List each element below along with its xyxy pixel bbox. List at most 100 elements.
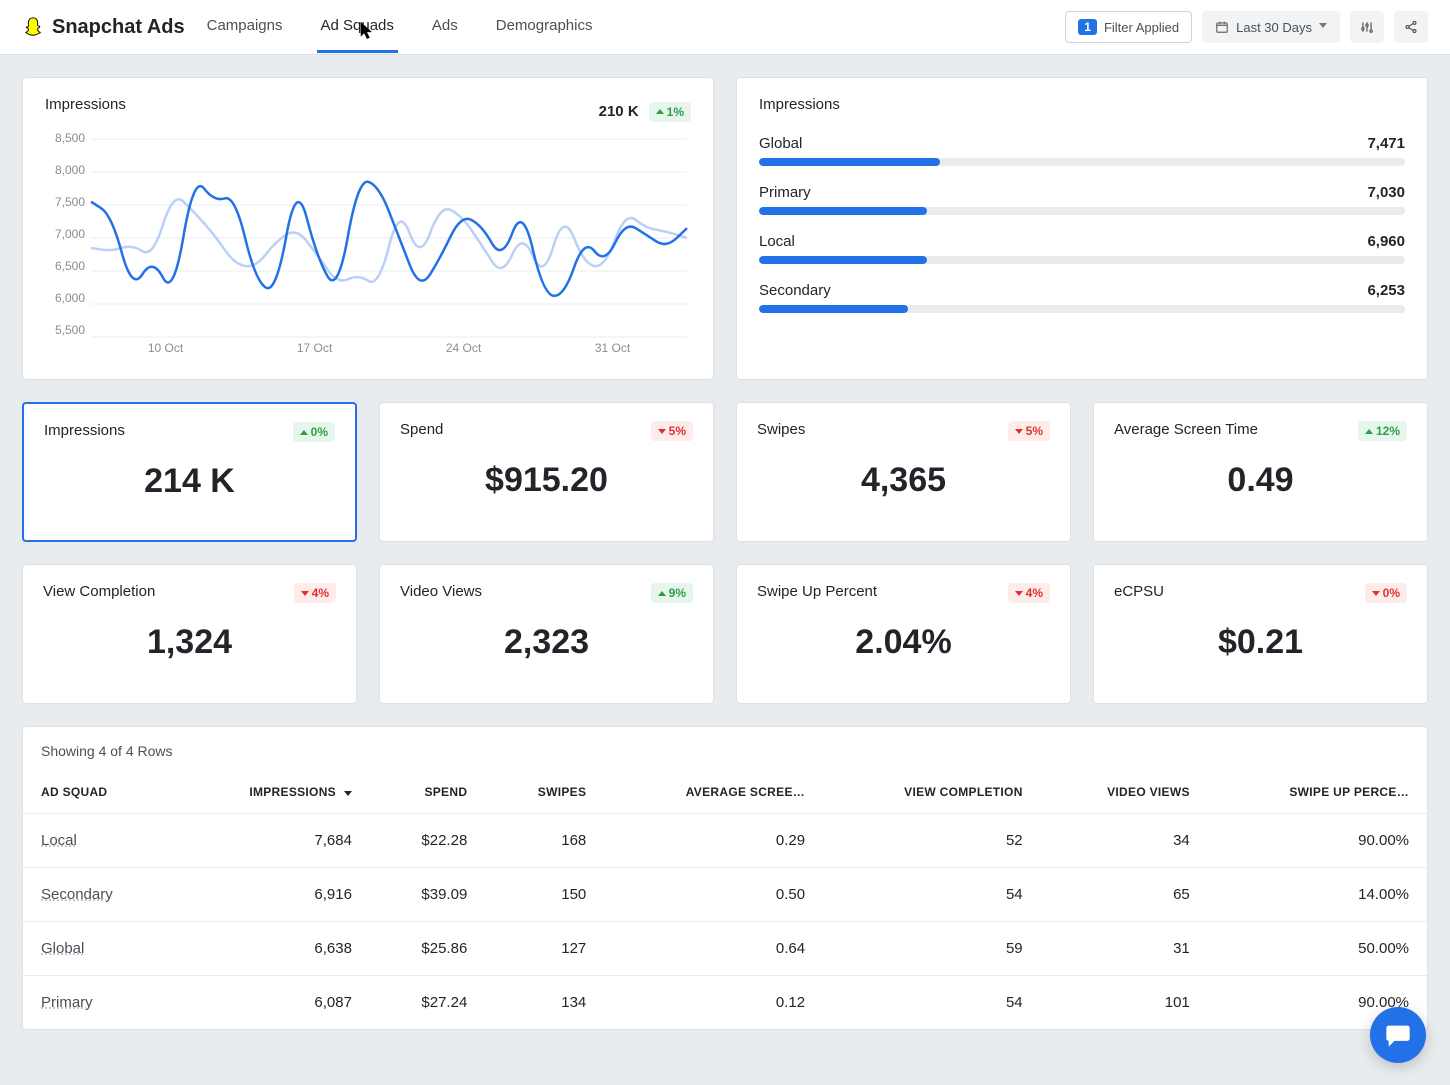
table-column-header[interactable]: VIDEO VIEWS (1041, 771, 1208, 814)
table-cell: 127 (485, 922, 604, 976)
sliders-icon (1360, 20, 1374, 34)
kpi-change-badge: 5% (1008, 421, 1050, 441)
kpi-label: Video Views (400, 583, 482, 600)
bar-row: Local 6,960 (759, 233, 1405, 264)
table-cell: 6,916 (175, 868, 370, 922)
kpi-change-badge: 4% (1008, 583, 1050, 603)
table-cell: 50.00% (1208, 922, 1427, 976)
table-cell: 7,684 (175, 814, 370, 868)
table-row: Local7,684$22.281680.29523490.00% (23, 814, 1427, 868)
date-range-button[interactable]: Last 30 Days (1202, 11, 1340, 43)
kpi-value: 1,324 (43, 623, 336, 662)
bar-fill (759, 256, 927, 264)
kpi-value: 2.04% (757, 623, 1050, 662)
kpi-tile[interactable]: Swipe Up Percent 4% 2.04% (736, 564, 1071, 704)
filter-button[interactable]: 1 Filter Applied (1065, 11, 1192, 43)
table-cell: 101 (1041, 976, 1208, 1030)
table-cell: 150 (485, 868, 604, 922)
arrow-down-icon (1015, 429, 1023, 434)
kpi-label: Average Screen Time (1114, 421, 1258, 438)
kpi-change-badge: 9% (651, 583, 693, 603)
table-cell: 0.12 (604, 976, 823, 1030)
bar-row: Secondary 6,253 (759, 282, 1405, 313)
bar-label: Local (759, 233, 795, 250)
kpi-tile[interactable]: Average Screen Time 12% 0.49 (1093, 402, 1428, 542)
tab-campaigns[interactable]: Campaigns (203, 1, 287, 53)
x-axis: 10 Oct17 Oct24 Oct31 Oct (91, 341, 687, 361)
y-axis: 8,5008,0007,5007,0006,5006,0005,500 (45, 131, 85, 337)
kpi-label: Spend (400, 421, 443, 438)
table-column-header[interactable]: SWIPE UP PERCE… (1208, 771, 1427, 814)
table-cell: 54 (823, 976, 1041, 1030)
bar-track (759, 305, 1405, 313)
snapchat-icon (22, 16, 44, 38)
table-column-header[interactable]: AVERAGE SCREE… (604, 771, 823, 814)
arrow-up-icon (658, 591, 666, 596)
tabs: Campaigns Ad Squads Ads Demographics (203, 1, 597, 53)
kpi-tile[interactable]: Spend 5% $915.20 (379, 402, 714, 542)
tab-ad-squads[interactable]: Ad Squads (317, 1, 398, 53)
bar-label: Primary (759, 184, 811, 201)
kpi-tile[interactable]: eCPSU 0% $0.21 (1093, 564, 1428, 704)
kpi-tile[interactable]: Video Views 9% 2,323 (379, 564, 714, 704)
arrow-up-icon (1365, 429, 1373, 434)
data-table-card: Showing 4 of 4 Rows AD SQUADIMPRESSIONSS… (22, 726, 1428, 1030)
bar-row: Primary 7,030 (759, 184, 1405, 215)
bar-value: 6,253 (1367, 282, 1405, 299)
table-cell: 52 (823, 814, 1041, 868)
topbar: Snapchat Ads Campaigns Ad Squads Ads Dem… (0, 0, 1450, 55)
calendar-icon (1215, 20, 1229, 34)
bar-value: 7,471 (1367, 135, 1405, 152)
table-column-header[interactable]: IMPRESSIONS (175, 771, 370, 814)
arrow-down-icon (301, 591, 309, 596)
table-cell: $22.28 (370, 814, 485, 868)
ad-squad-link[interactable]: Local (41, 832, 77, 849)
table-cell: 134 (485, 976, 604, 1030)
table-column-header[interactable]: VIEW COMPLETION (823, 771, 1041, 814)
table-cell-name: Global (23, 922, 175, 976)
table-cell: 0.50 (604, 868, 823, 922)
kpi-value: 214 K (44, 462, 335, 501)
line-chart: 8,5008,0007,5007,0006,5006,0005,500 10 O… (45, 131, 691, 361)
bar-track (759, 207, 1405, 215)
table-cell-name: Secondary (23, 868, 175, 922)
chat-icon (1384, 1021, 1412, 1049)
table-cell: 65 (1041, 868, 1208, 922)
kpi-change-badge: 12% (1358, 421, 1407, 441)
line-chart-svg (91, 139, 687, 337)
table-column-header[interactable]: AD SQUAD (23, 771, 175, 814)
kpi-tile[interactable]: Swipes 5% 4,365 (736, 402, 1071, 542)
kpi-label: Impressions (44, 422, 125, 439)
kpi-tile[interactable]: View Completion 4% 1,324 (22, 564, 357, 704)
table-header-row: AD SQUADIMPRESSIONSSPENDSWIPESAVERAGE SC… (23, 771, 1427, 814)
table-column-header[interactable]: SWIPES (485, 771, 604, 814)
arrow-down-icon (1372, 591, 1380, 596)
table-body: Local7,684$22.281680.29523490.00%Seconda… (23, 814, 1427, 1030)
kpi-label: Swipes (757, 421, 805, 438)
bars-card-title: Impressions (759, 96, 1405, 113)
bar-value: 6,960 (1367, 233, 1405, 250)
kpi-change-badge: 4% (294, 583, 336, 603)
tab-demographics[interactable]: Demographics (492, 1, 597, 53)
table-cell: 0.29 (604, 814, 823, 868)
bar-label: Secondary (759, 282, 831, 299)
ad-squad-link[interactable]: Primary (41, 994, 93, 1011)
kpi-value: $915.20 (400, 461, 693, 500)
kpi-change-badge: 0% (1365, 583, 1407, 603)
bars-list: Global 7,471 Primary 7,030 Local 6,960 S… (759, 135, 1405, 313)
filter-label: Filter Applied (1104, 20, 1179, 35)
share-button[interactable] (1394, 11, 1428, 43)
chat-fab-button[interactable] (1370, 1007, 1426, 1063)
kpi-value: 0.49 (1114, 461, 1407, 500)
table-cell-name: Local (23, 814, 175, 868)
kpi-value: 4,365 (757, 461, 1050, 500)
table-column-header[interactable]: SPEND (370, 771, 485, 814)
ad-squad-link[interactable]: Global (41, 940, 84, 957)
kpi-tile[interactable]: Impressions 0% 214 K (22, 402, 357, 542)
table-cell: 14.00% (1208, 868, 1427, 922)
bar-label: Global (759, 135, 802, 152)
settings-sliders-button[interactable] (1350, 11, 1384, 43)
bar-value: 7,030 (1367, 184, 1405, 201)
tab-ads[interactable]: Ads (428, 1, 462, 53)
ad-squad-link[interactable]: Secondary (41, 886, 113, 903)
